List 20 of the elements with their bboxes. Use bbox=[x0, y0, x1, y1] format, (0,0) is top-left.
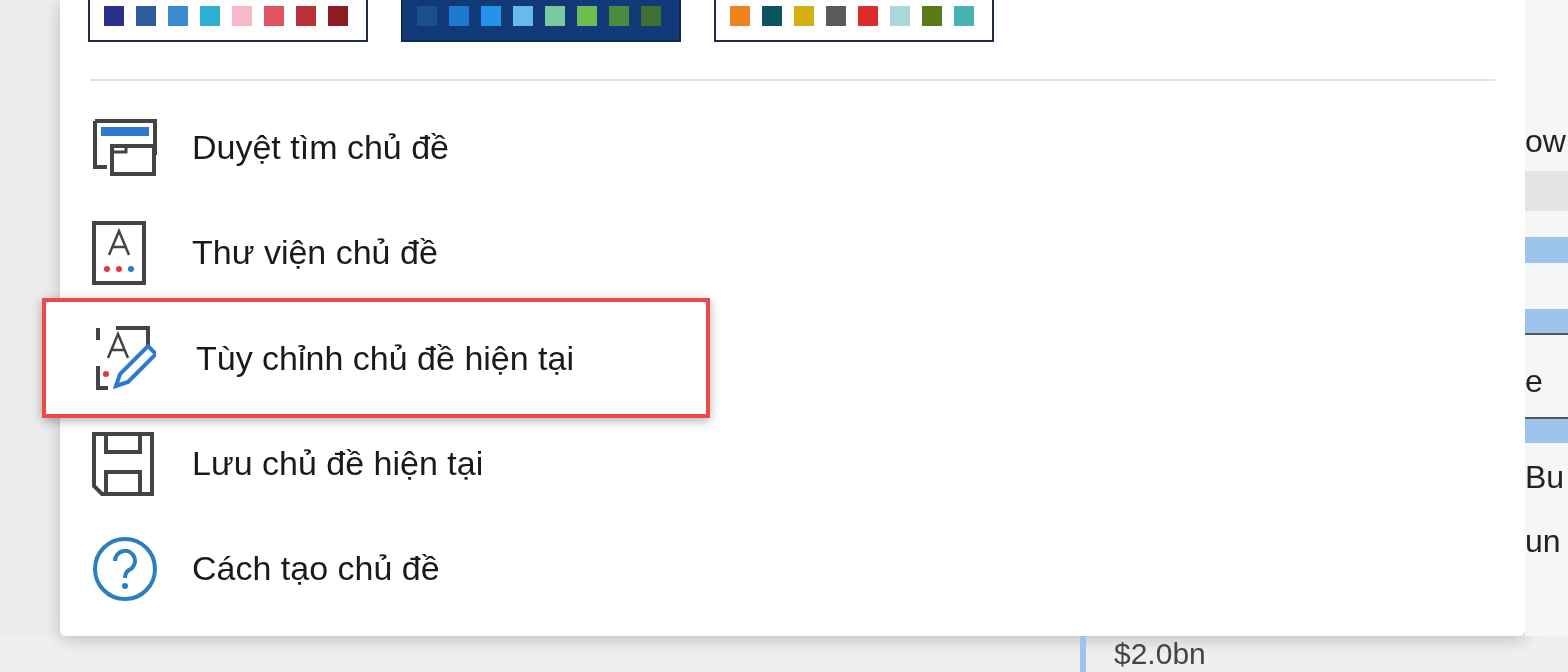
axis-label: $2.0bn bbox=[1114, 639, 1206, 669]
menu-item[interactable]: Tùy chỉnh chủ đề hiện tại bbox=[42, 298, 710, 418]
theme-card[interactable] bbox=[714, 0, 994, 42]
browse-themes-icon bbox=[92, 117, 158, 178]
background-text: un bbox=[1525, 525, 1562, 557]
chart-bar bbox=[1525, 417, 1568, 443]
theme-card[interactable] bbox=[88, 0, 368, 42]
background-text: e bbox=[1525, 365, 1544, 397]
theme-gallery-icon bbox=[92, 220, 146, 285]
chart-bar bbox=[1525, 309, 1568, 335]
chart-bar bbox=[1525, 237, 1568, 263]
customize-theme-icon bbox=[96, 326, 156, 390]
chart-bar bbox=[1080, 636, 1086, 672]
menu-item[interactable]: Cách tạo chủ đề bbox=[60, 516, 1525, 621]
theme-card[interactable] bbox=[401, 0, 681, 42]
menu-item[interactable]: Duyệt tìm chủ đề bbox=[60, 95, 1525, 200]
background-text: Bu bbox=[1525, 461, 1566, 493]
help-icon bbox=[92, 535, 158, 602]
header-bar bbox=[1525, 171, 1568, 211]
background-text: ow bbox=[1525, 125, 1567, 157]
